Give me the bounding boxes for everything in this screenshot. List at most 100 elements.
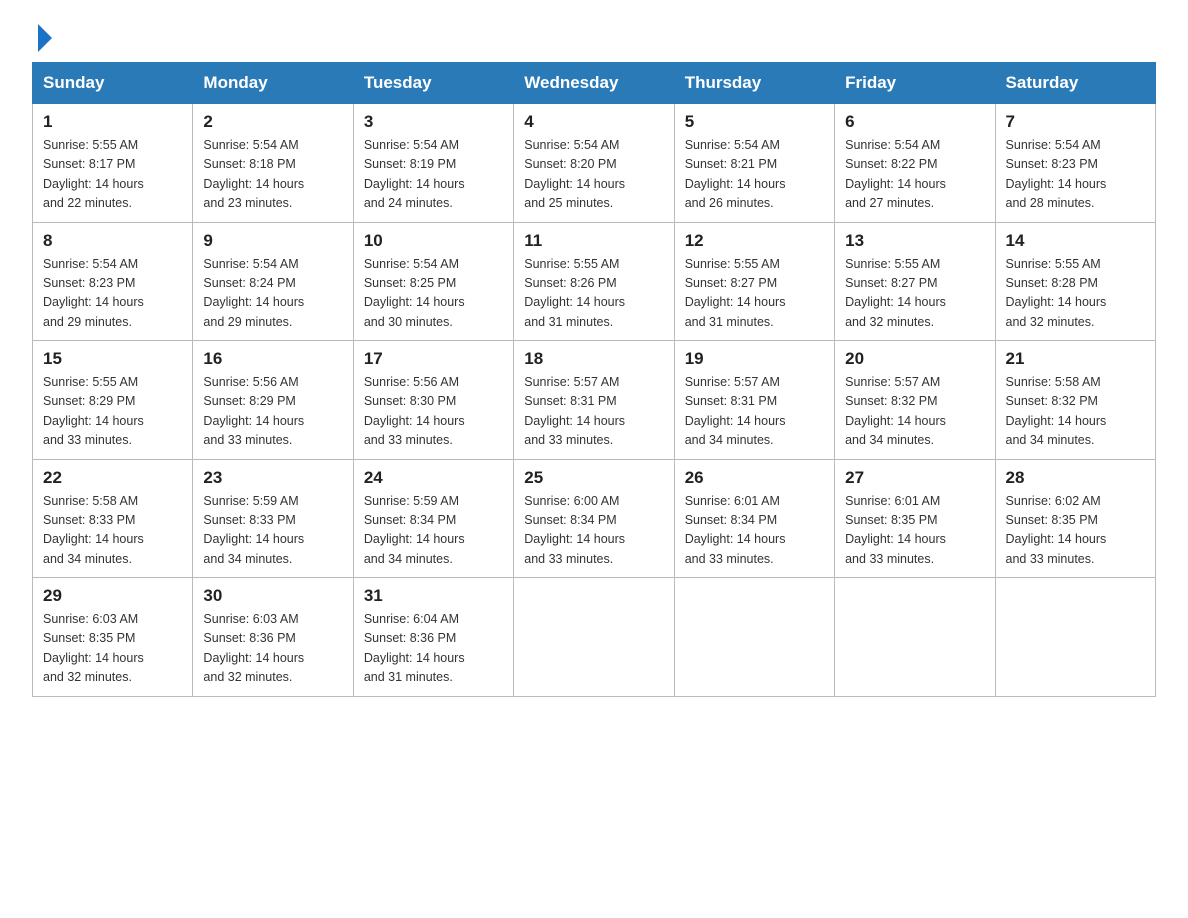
calendar-cell: 7 Sunrise: 5:54 AMSunset: 8:23 PMDayligh…: [995, 104, 1155, 223]
calendar-table: SundayMondayTuesdayWednesdayThursdayFrid…: [32, 62, 1156, 697]
logo: [32, 24, 54, 52]
calendar-cell: 2 Sunrise: 5:54 AMSunset: 8:18 PMDayligh…: [193, 104, 353, 223]
calendar-cell: [514, 578, 674, 697]
calendar-header-tuesday: Tuesday: [353, 63, 513, 104]
day-info: Sunrise: 5:55 AMSunset: 8:27 PMDaylight:…: [685, 257, 786, 329]
calendar-cell: 28 Sunrise: 6:02 AMSunset: 8:35 PMDaylig…: [995, 459, 1155, 578]
day-number: 30: [203, 586, 342, 606]
calendar-header-monday: Monday: [193, 63, 353, 104]
calendar-cell: 23 Sunrise: 5:59 AMSunset: 8:33 PMDaylig…: [193, 459, 353, 578]
day-number: 27: [845, 468, 984, 488]
day-info: Sunrise: 6:03 AMSunset: 8:35 PMDaylight:…: [43, 612, 144, 684]
calendar-cell: 14 Sunrise: 5:55 AMSunset: 8:28 PMDaylig…: [995, 222, 1155, 341]
day-number: 9: [203, 231, 342, 251]
day-number: 23: [203, 468, 342, 488]
calendar-week-row: 8 Sunrise: 5:54 AMSunset: 8:23 PMDayligh…: [33, 222, 1156, 341]
calendar-cell: 3 Sunrise: 5:54 AMSunset: 8:19 PMDayligh…: [353, 104, 513, 223]
day-info: Sunrise: 5:57 AMSunset: 8:31 PMDaylight:…: [685, 375, 786, 447]
day-number: 6: [845, 112, 984, 132]
calendar-cell: 19 Sunrise: 5:57 AMSunset: 8:31 PMDaylig…: [674, 341, 834, 460]
day-number: 3: [364, 112, 503, 132]
day-info: Sunrise: 5:58 AMSunset: 8:32 PMDaylight:…: [1006, 375, 1107, 447]
calendar-week-row: 15 Sunrise: 5:55 AMSunset: 8:29 PMDaylig…: [33, 341, 1156, 460]
calendar-cell: 26 Sunrise: 6:01 AMSunset: 8:34 PMDaylig…: [674, 459, 834, 578]
calendar-cell: 9 Sunrise: 5:54 AMSunset: 8:24 PMDayligh…: [193, 222, 353, 341]
day-info: Sunrise: 5:54 AMSunset: 8:23 PMDaylight:…: [43, 257, 144, 329]
calendar-cell: 1 Sunrise: 5:55 AMSunset: 8:17 PMDayligh…: [33, 104, 193, 223]
day-number: 25: [524, 468, 663, 488]
day-info: Sunrise: 5:56 AMSunset: 8:29 PMDaylight:…: [203, 375, 304, 447]
day-info: Sunrise: 5:59 AMSunset: 8:34 PMDaylight:…: [364, 494, 465, 566]
day-number: 17: [364, 349, 503, 369]
day-number: 10: [364, 231, 503, 251]
calendar-header-friday: Friday: [835, 63, 995, 104]
calendar-cell: 13 Sunrise: 5:55 AMSunset: 8:27 PMDaylig…: [835, 222, 995, 341]
day-number: 21: [1006, 349, 1145, 369]
day-info: Sunrise: 5:54 AMSunset: 8:22 PMDaylight:…: [845, 138, 946, 210]
day-info: Sunrise: 5:55 AMSunset: 8:17 PMDaylight:…: [43, 138, 144, 210]
calendar-cell: 10 Sunrise: 5:54 AMSunset: 8:25 PMDaylig…: [353, 222, 513, 341]
day-number: 16: [203, 349, 342, 369]
day-number: 12: [685, 231, 824, 251]
calendar-cell: 15 Sunrise: 5:55 AMSunset: 8:29 PMDaylig…: [33, 341, 193, 460]
calendar-cell: 29 Sunrise: 6:03 AMSunset: 8:35 PMDaylig…: [33, 578, 193, 697]
day-info: Sunrise: 5:59 AMSunset: 8:33 PMDaylight:…: [203, 494, 304, 566]
day-info: Sunrise: 6:04 AMSunset: 8:36 PMDaylight:…: [364, 612, 465, 684]
calendar-cell: 11 Sunrise: 5:55 AMSunset: 8:26 PMDaylig…: [514, 222, 674, 341]
day-number: 7: [1006, 112, 1145, 132]
calendar-cell: [835, 578, 995, 697]
day-info: Sunrise: 5:54 AMSunset: 8:25 PMDaylight:…: [364, 257, 465, 329]
day-info: Sunrise: 5:54 AMSunset: 8:21 PMDaylight:…: [685, 138, 786, 210]
calendar-cell: 21 Sunrise: 5:58 AMSunset: 8:32 PMDaylig…: [995, 341, 1155, 460]
calendar-cell: 8 Sunrise: 5:54 AMSunset: 8:23 PMDayligh…: [33, 222, 193, 341]
day-info: Sunrise: 5:58 AMSunset: 8:33 PMDaylight:…: [43, 494, 144, 566]
day-info: Sunrise: 6:02 AMSunset: 8:35 PMDaylight:…: [1006, 494, 1107, 566]
calendar-cell: 31 Sunrise: 6:04 AMSunset: 8:36 PMDaylig…: [353, 578, 513, 697]
day-info: Sunrise: 5:57 AMSunset: 8:32 PMDaylight:…: [845, 375, 946, 447]
calendar-cell: 16 Sunrise: 5:56 AMSunset: 8:29 PMDaylig…: [193, 341, 353, 460]
calendar-cell: 20 Sunrise: 5:57 AMSunset: 8:32 PMDaylig…: [835, 341, 995, 460]
calendar-cell: 30 Sunrise: 6:03 AMSunset: 8:36 PMDaylig…: [193, 578, 353, 697]
calendar-cell: 17 Sunrise: 5:56 AMSunset: 8:30 PMDaylig…: [353, 341, 513, 460]
calendar-header-wednesday: Wednesday: [514, 63, 674, 104]
day-info: Sunrise: 5:54 AMSunset: 8:18 PMDaylight:…: [203, 138, 304, 210]
day-number: 20: [845, 349, 984, 369]
day-info: Sunrise: 5:57 AMSunset: 8:31 PMDaylight:…: [524, 375, 625, 447]
day-info: Sunrise: 5:55 AMSunset: 8:27 PMDaylight:…: [845, 257, 946, 329]
calendar-cell: 4 Sunrise: 5:54 AMSunset: 8:20 PMDayligh…: [514, 104, 674, 223]
calendar-cell: 5 Sunrise: 5:54 AMSunset: 8:21 PMDayligh…: [674, 104, 834, 223]
day-number: 24: [364, 468, 503, 488]
day-info: Sunrise: 6:03 AMSunset: 8:36 PMDaylight:…: [203, 612, 304, 684]
day-info: Sunrise: 5:55 AMSunset: 8:28 PMDaylight:…: [1006, 257, 1107, 329]
day-number: 14: [1006, 231, 1145, 251]
calendar-cell: 24 Sunrise: 5:59 AMSunset: 8:34 PMDaylig…: [353, 459, 513, 578]
calendar-week-row: 1 Sunrise: 5:55 AMSunset: 8:17 PMDayligh…: [33, 104, 1156, 223]
day-info: Sunrise: 5:54 AMSunset: 8:19 PMDaylight:…: [364, 138, 465, 210]
day-number: 28: [1006, 468, 1145, 488]
day-info: Sunrise: 5:54 AMSunset: 8:23 PMDaylight:…: [1006, 138, 1107, 210]
calendar-header-thursday: Thursday: [674, 63, 834, 104]
calendar-cell: 22 Sunrise: 5:58 AMSunset: 8:33 PMDaylig…: [33, 459, 193, 578]
day-info: Sunrise: 6:01 AMSunset: 8:35 PMDaylight:…: [845, 494, 946, 566]
day-info: Sunrise: 5:55 AMSunset: 8:29 PMDaylight:…: [43, 375, 144, 447]
day-number: 15: [43, 349, 182, 369]
calendar-week-row: 22 Sunrise: 5:58 AMSunset: 8:33 PMDaylig…: [33, 459, 1156, 578]
day-number: 4: [524, 112, 663, 132]
day-number: 13: [845, 231, 984, 251]
day-number: 2: [203, 112, 342, 132]
calendar-header-sunday: Sunday: [33, 63, 193, 104]
day-info: Sunrise: 5:56 AMSunset: 8:30 PMDaylight:…: [364, 375, 465, 447]
day-info: Sunrise: 5:54 AMSunset: 8:24 PMDaylight:…: [203, 257, 304, 329]
calendar-cell: 6 Sunrise: 5:54 AMSunset: 8:22 PMDayligh…: [835, 104, 995, 223]
day-number: 8: [43, 231, 182, 251]
day-number: 31: [364, 586, 503, 606]
page-header: [32, 24, 1156, 52]
calendar-cell: [995, 578, 1155, 697]
calendar-header-row: SundayMondayTuesdayWednesdayThursdayFrid…: [33, 63, 1156, 104]
day-info: Sunrise: 6:01 AMSunset: 8:34 PMDaylight:…: [685, 494, 786, 566]
day-info: Sunrise: 5:54 AMSunset: 8:20 PMDaylight:…: [524, 138, 625, 210]
calendar-cell: [674, 578, 834, 697]
day-number: 5: [685, 112, 824, 132]
calendar-week-row: 29 Sunrise: 6:03 AMSunset: 8:35 PMDaylig…: [33, 578, 1156, 697]
calendar-cell: 27 Sunrise: 6:01 AMSunset: 8:35 PMDaylig…: [835, 459, 995, 578]
